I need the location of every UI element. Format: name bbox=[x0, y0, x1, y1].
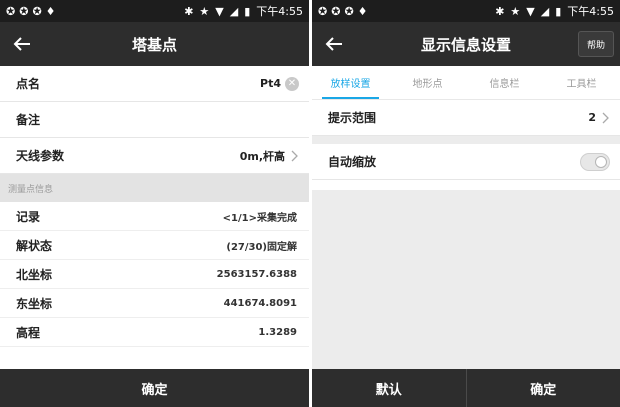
status-bar: ✪ ✪ ✪ ♦ ✱ ★ ▼ ◢ ▮ 下午4:55 bbox=[312, 0, 620, 22]
tower-point-screen: ✪ ✪ ✪ ♦ ✱ ★ ▼ ◢ ▮ 下午4:55 塔基点 点名 Pt4 ✕ 备注… bbox=[0, 0, 309, 407]
status-time: 下午4:55 bbox=[567, 5, 614, 18]
notification-icon: ✪ bbox=[331, 4, 341, 18]
chevron-right-icon bbox=[602, 112, 609, 123]
location-pin-icon: ♦ bbox=[45, 4, 56, 18]
confirm-button[interactable]: 确定 bbox=[467, 369, 620, 407]
hint-range-value: 2 bbox=[588, 111, 596, 124]
signal-icon: ◢ bbox=[540, 4, 550, 18]
detail-label: 高程 bbox=[16, 325, 41, 340]
status-time: 下午4:55 bbox=[256, 5, 303, 18]
bluetooth-icon: ✱ bbox=[495, 4, 505, 18]
tab-terrain-point[interactable]: 地形点 bbox=[389, 66, 466, 99]
page-title: 塔基点 bbox=[131, 35, 177, 54]
help-button[interactable]: 帮助 bbox=[577, 31, 614, 57]
confirm-button[interactable]: 确定 bbox=[0, 369, 309, 407]
detail-label: 北坐标 bbox=[16, 267, 53, 282]
clear-icon[interactable]: ✕ bbox=[285, 76, 299, 91]
page-title: 显示信息设置 bbox=[420, 35, 511, 54]
note-row[interactable]: 备注 bbox=[0, 102, 309, 138]
bottom-bar: 确定 bbox=[0, 369, 309, 407]
notification-icon: ✪ bbox=[318, 4, 328, 18]
chevron-right-icon bbox=[291, 150, 298, 161]
toggle-knob bbox=[595, 155, 607, 168]
detail-label: 解状态 bbox=[16, 238, 53, 253]
location-pin-icon: ♦ bbox=[357, 4, 368, 18]
detail-value: 1.3289 bbox=[258, 326, 297, 338]
tab-info-bar[interactable]: 信息栏 bbox=[466, 66, 543, 99]
bottom-bar: 默认 确定 bbox=[312, 369, 620, 407]
hint-range-label: 提示范围 bbox=[328, 111, 377, 125]
field-label: 天线参数 bbox=[16, 149, 65, 163]
field-label: 备注 bbox=[16, 113, 41, 127]
auto-zoom-label: 自动缩放 bbox=[328, 155, 377, 169]
detail-row: 北坐标 2563157.6388 bbox=[0, 260, 309, 289]
notification-icon: ✪ bbox=[344, 4, 354, 18]
auto-zoom-row: 自动缩放 bbox=[312, 144, 620, 180]
default-button[interactable]: 默认 bbox=[312, 369, 466, 407]
detail-value: <1/1>采集完成 bbox=[222, 212, 297, 224]
wifi-icon: ▼ bbox=[215, 4, 224, 18]
notification-icon: ✪ bbox=[6, 4, 16, 18]
detail-row: 东坐标 441674.8091 bbox=[0, 289, 309, 318]
status-bar: ✪ ✪ ✪ ♦ ✱ ★ ▼ ◢ ▮ 下午4:55 bbox=[0, 0, 309, 22]
detail-value: 441674.8091 bbox=[223, 297, 297, 309]
hint-range-row[interactable]: 提示范围 2 bbox=[312, 100, 620, 136]
title-bar: 显示信息设置 帮助 bbox=[312, 22, 620, 66]
detail-row: 记录 <1/1>采集完成 bbox=[0, 202, 309, 231]
empty-area bbox=[312, 190, 620, 369]
detail-label: 东坐标 bbox=[16, 296, 53, 311]
battery-icon: ▮ bbox=[555, 4, 562, 18]
notification-icon: ✪ bbox=[32, 4, 42, 18]
field-label: 点名 bbox=[16, 77, 41, 91]
detail-row: 解状态 (27/30)固定解 bbox=[0, 231, 309, 260]
back-button[interactable] bbox=[8, 30, 36, 58]
tab-stakeout-settings[interactable]: 放样设置 bbox=[312, 66, 389, 99]
detail-row: 高程 1.3289 bbox=[0, 318, 309, 347]
title-bar: 塔基点 bbox=[0, 22, 309, 66]
display-settings-screen: ✪ ✪ ✪ ♦ ✱ ★ ▼ ◢ ▮ 下午4:55 显示信息设置 帮助 放样设置 … bbox=[312, 0, 620, 407]
point-name-row[interactable]: 点名 Pt4 ✕ bbox=[0, 66, 309, 102]
bluetooth-icon: ✱ bbox=[184, 4, 194, 18]
settings-tabs: 放样设置 地形点 信息栏 工具栏 bbox=[312, 66, 620, 100]
wifi-icon: ▼ bbox=[526, 4, 535, 18]
notification-icon: ✪ bbox=[19, 4, 29, 18]
point-name-value[interactable]: Pt4 bbox=[260, 77, 281, 90]
auto-zoom-toggle[interactable] bbox=[580, 152, 610, 171]
star-icon: ★ bbox=[510, 4, 521, 18]
antenna-params-value: 0m,杆高 bbox=[239, 149, 285, 163]
divider bbox=[312, 136, 620, 144]
back-arrow-icon bbox=[325, 37, 342, 51]
tab-toolbar[interactable]: 工具栏 bbox=[543, 66, 620, 99]
section-header: 测量点信息 bbox=[0, 174, 309, 202]
battery-icon: ▮ bbox=[244, 4, 251, 18]
detail-value: 2563157.6388 bbox=[216, 268, 297, 280]
star-icon: ★ bbox=[199, 4, 210, 18]
back-button[interactable] bbox=[320, 30, 348, 58]
signal-icon: ◢ bbox=[229, 4, 239, 18]
antenna-params-row[interactable]: 天线参数 0m,杆高 bbox=[0, 138, 309, 174]
detail-value: (27/30)固定解 bbox=[226, 241, 297, 253]
back-arrow-icon bbox=[13, 37, 30, 51]
detail-label: 记录 bbox=[16, 209, 41, 224]
